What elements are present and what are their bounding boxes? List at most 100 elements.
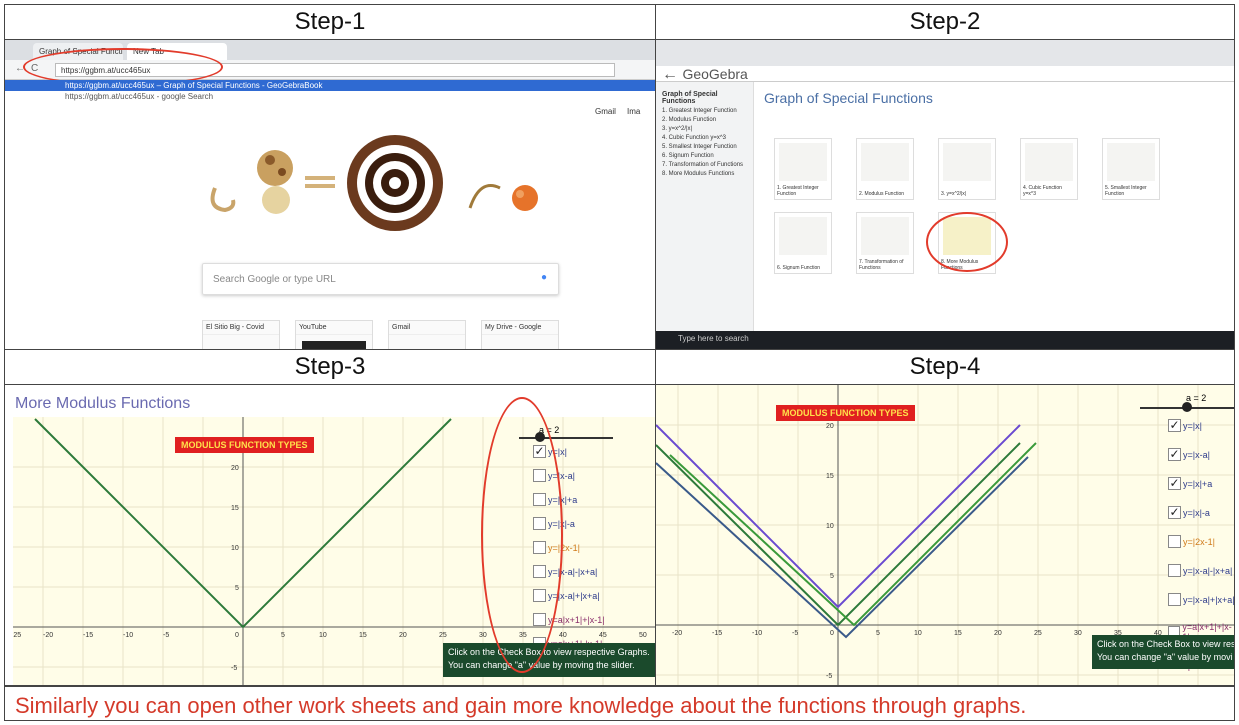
function-checkbox[interactable]: y=|2x-1| xyxy=(1168,535,1215,548)
shortcut-tile[interactable]: Gmail xyxy=(388,320,466,349)
checkbox-label: y=|x|+a xyxy=(1183,478,1213,489)
function-types-tag: MODULUS FUNCTION TYPES xyxy=(776,405,915,421)
highlight-circle xyxy=(926,212,1008,272)
svg-text:-10: -10 xyxy=(752,630,762,637)
svg-text:-20: -20 xyxy=(672,630,682,637)
svg-text:5: 5 xyxy=(281,632,285,639)
images-link[interactable]: Ima xyxy=(627,107,640,116)
sidebar-item[interactable]: 8. More Modulus Functions xyxy=(662,171,747,177)
gmail-link[interactable]: Gmail xyxy=(595,107,616,116)
sidebar-title: Graph of Special Functions xyxy=(662,91,718,105)
worksheet-title: More Modulus Functions xyxy=(15,395,191,412)
function-checkbox[interactable]: y=|x-a|+|x+a| xyxy=(1168,593,1235,606)
function-checkbox[interactable]: ✓ y=|x-a| xyxy=(1168,448,1210,461)
back-icon[interactable]: ← xyxy=(662,66,678,83)
step3-geogebra: More Modulus Functions -25 -20 -15 -10 -5 0 5 1… xyxy=(4,384,656,686)
mic-icon[interactable]: ● xyxy=(541,272,547,283)
worksheet-card[interactable]: 2. Modulus Function xyxy=(856,138,914,200)
svg-text:30: 30 xyxy=(479,632,487,639)
worksheet-card[interactable]: 3. y=x^2/|x| xyxy=(938,138,996,200)
svg-text:20: 20 xyxy=(399,632,407,639)
shortcut-label: Gmail xyxy=(389,321,465,335)
taskbar-search[interactable]: Type here to search xyxy=(678,334,749,343)
step2-header: Step-2 xyxy=(655,4,1235,40)
graph-curve xyxy=(669,442,1037,627)
google-search-input[interactable]: Search Google or type URL xyxy=(202,263,559,295)
shortcut-label: My Drive - Google xyxy=(482,321,558,335)
svg-text:5: 5 xyxy=(235,585,239,592)
step3-header: Step-3 xyxy=(4,349,656,385)
checkbox-label: y=|x-a| xyxy=(1183,449,1210,460)
doodle-image[interactable] xyxy=(200,128,580,238)
svg-text:20: 20 xyxy=(826,423,834,430)
checkbox-box[interactable]: ✓ xyxy=(1168,477,1181,490)
shortcut-tile[interactable]: YouTube xyxy=(295,320,373,349)
shortcut-tile[interactable]: My Drive - Google xyxy=(481,320,559,349)
checkbox-label: y=|x-a|-|x+a| xyxy=(1183,565,1233,576)
checkbox-box[interactable]: ✓ xyxy=(1168,506,1181,519)
svg-text:5: 5 xyxy=(876,630,880,637)
worksheet-card[interactable]: 5. Smallest Integer Function xyxy=(1102,138,1160,200)
graph-curve xyxy=(656,456,1029,639)
checkbox-label: y=|x-a|+|x+a| xyxy=(1183,594,1235,605)
svg-text:10: 10 xyxy=(914,630,922,637)
chapter-sidebar: Graph of Special Functions 1. Greatest I… xyxy=(656,82,754,342)
svg-text:-5: -5 xyxy=(231,665,237,672)
shortcut-tile[interactable]: El Sitio Big - Covid xyxy=(202,320,280,349)
function-checkbox[interactable]: y=|x-a|-|x+a| xyxy=(1168,564,1232,577)
geogebra-nav: ← GeoGebra xyxy=(656,66,1234,83)
x-tick: -25 xyxy=(13,632,21,639)
step4-header: Step-4 xyxy=(655,349,1235,385)
svg-text:10: 10 xyxy=(231,545,239,552)
windows-taskbar: Type here to search xyxy=(656,331,1234,349)
checkbox-box[interactable]: ✓ xyxy=(1168,419,1181,432)
suggestion-search[interactable]: https://ggbm.at/ucc465ux - google Search xyxy=(5,91,655,102)
svg-text:20: 20 xyxy=(231,465,239,472)
sidebar-item[interactable]: 6. Signum Function xyxy=(662,153,747,159)
shortcut-label: El Sitio Big - Covid xyxy=(203,321,279,335)
sidebar-item[interactable]: 7. Transformation of Functions xyxy=(662,162,747,168)
worksheet-card[interactable]: 6. Signum Function xyxy=(774,212,832,274)
svg-text:-5: -5 xyxy=(826,673,832,680)
function-checkbox[interactable]: ✓ y=|x|+a xyxy=(1168,477,1212,490)
sidebar-item[interactable]: 2. Modulus Function xyxy=(662,117,747,123)
suggestion-selected[interactable]: https://ggbm.at/ucc465ux – Graph of Spec… xyxy=(5,80,655,91)
instruction-note: Click on the Check Box to view resp You c… xyxy=(1092,635,1234,669)
sidebar-item[interactable]: 1. Greatest Integer Function xyxy=(662,108,747,114)
function-checkbox[interactable]: ✓ y=|x|-a xyxy=(1168,506,1210,519)
svg-text:15: 15 xyxy=(359,632,367,639)
step4-geogebra: -20 -15 -10 -5 0 5 10 15 20 25 30 35 40 20 15 10 5 -5 MO… xyxy=(655,384,1235,686)
function-checkbox[interactable]: ✓ y=|x| xyxy=(1168,419,1202,432)
svg-text:10: 10 xyxy=(826,523,834,530)
sidebar-item[interactable]: 3. y=x^2/|x| xyxy=(662,126,747,132)
instruction-note: Click on the Check Box to view respectiv… xyxy=(443,643,655,677)
checkbox-label: y=|x| xyxy=(1183,420,1202,431)
footer-caption: Similarly you can open other work sheets… xyxy=(4,686,1235,721)
worksheet-card[interactable]: 4. Cubic Function y=x^3 xyxy=(1020,138,1078,200)
function-types-tag: MODULUS FUNCTION TYPES xyxy=(175,437,314,453)
worksheet-card[interactable]: 7. Transformation of Functions xyxy=(856,212,914,274)
svg-text:20: 20 xyxy=(994,630,1002,637)
svg-text:0: 0 xyxy=(830,630,834,637)
worksheet-card[interactable]: 1. Greatest Integer Function xyxy=(774,138,832,200)
svg-text:25: 25 xyxy=(1034,630,1042,637)
checkbox-box[interactable] xyxy=(1168,535,1181,548)
svg-text:50: 50 xyxy=(639,632,647,639)
browser-toolbar xyxy=(656,40,1234,66)
sidebar-item[interactable]: 5. Smallest Integer Function xyxy=(662,144,747,150)
svg-text:-5: -5 xyxy=(792,630,798,637)
svg-text:-5: -5 xyxy=(163,632,169,639)
book-title: Graph of Special Functions xyxy=(764,90,933,106)
graph-view[interactable]: -25-20-15-10-505101520253035404550 20151… xyxy=(11,397,655,685)
step1-browser: Graph of Special Functio New Tab ← C htt… xyxy=(4,39,656,350)
checkbox-box[interactable]: ✓ xyxy=(1168,448,1181,461)
step2-browser: ← GeoGebra Graph of Special Functions 1.… xyxy=(655,39,1235,350)
sidebar-item[interactable]: 4. Cubic Function y=x^3 xyxy=(662,135,747,141)
slider-handle[interactable] xyxy=(1182,402,1192,412)
checkbox-box[interactable] xyxy=(1168,564,1181,577)
svg-text:15: 15 xyxy=(954,630,962,637)
svg-text:30: 30 xyxy=(1074,630,1082,637)
checkbox-label: y=|x|-a xyxy=(1183,507,1210,518)
graph-view[interactable]: -20 -15 -10 -5 0 5 10 15 20 25 30 35 40 20 15 10 5 -5 MO… xyxy=(656,385,1235,685)
checkbox-box[interactable] xyxy=(1168,593,1181,606)
